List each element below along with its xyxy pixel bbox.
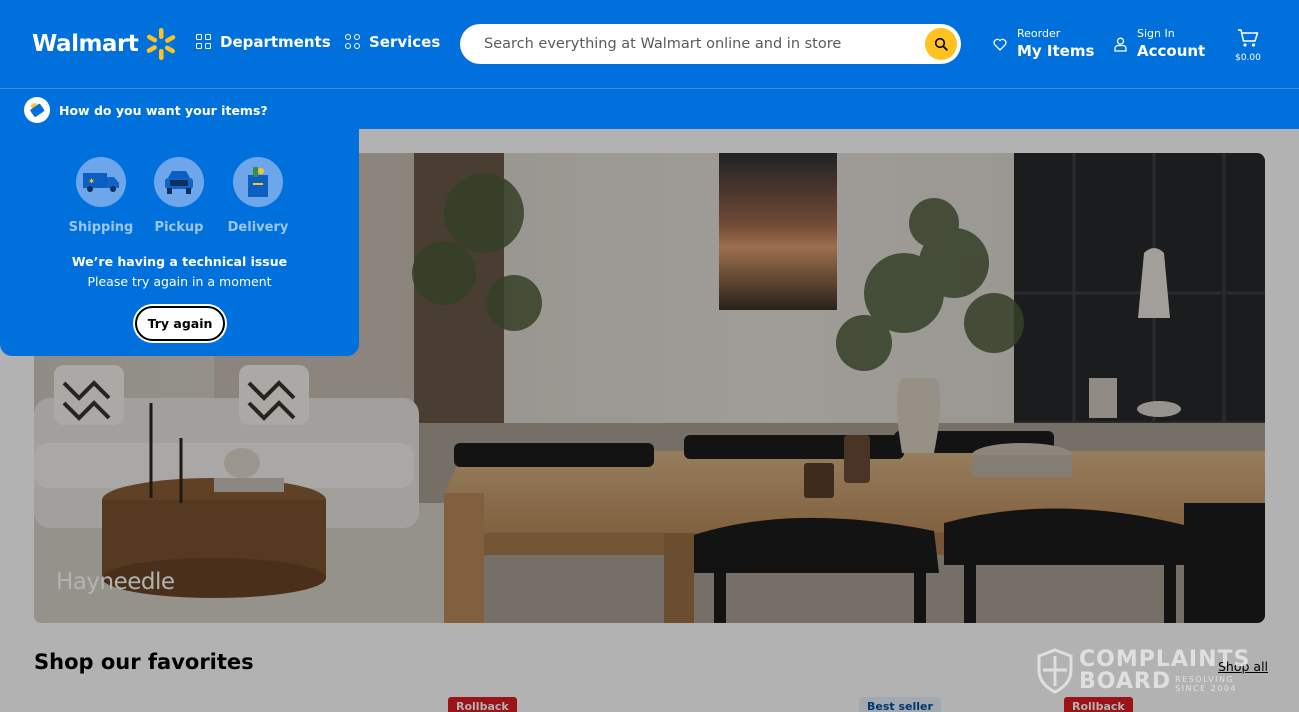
services-grid-icon: [345, 34, 361, 50]
reorder-my-items-link[interactable]: Reorder My Items: [993, 27, 1094, 61]
logo-text: Walmart: [32, 31, 139, 57]
shipping-truck-icon: ✱: [83, 173, 119, 192]
try-again-button[interactable]: Try again: [135, 306, 225, 341]
watermark-line2: BOARD: [1079, 669, 1172, 694]
spark-icon: [146, 28, 176, 60]
best-seller-badge: Best seller: [859, 697, 941, 712]
watermark-tag1: RESOLVING: [1175, 675, 1235, 684]
walmart-logo[interactable]: Walmart: [32, 27, 178, 61]
cart-icon: [1238, 29, 1259, 47]
departments-button[interactable]: Departments: [196, 33, 331, 51]
shipping-label: Shipping: [68, 220, 134, 235]
error-title: We’re having a technical issue: [71, 254, 288, 269]
cart-amount: $0.00: [1235, 53, 1261, 63]
fulfillment-popup: ✱ Shipping Pickup Delivery We’re having …: [0, 129, 359, 356]
departments-label: Departments: [220, 33, 331, 51]
delivery-option[interactable]: Delivery: [218, 157, 298, 235]
watermark-tag2: SINCE 2004: [1175, 684, 1238, 693]
pickup-option[interactable]: Pickup: [139, 157, 219, 235]
delivery-label: Delivery: [227, 220, 289, 235]
search-bar: [460, 24, 961, 64]
fulfillment-prompt[interactable]: How do you want your items?: [24, 97, 268, 123]
reorder-small-label: Reorder: [1017, 27, 1061, 40]
svg-text:✱: ✱: [89, 178, 94, 185]
grid-icon: [196, 34, 212, 50]
services-button[interactable]: Services: [345, 33, 440, 51]
search-input[interactable]: [460, 24, 920, 64]
my-items-label: My Items: [1017, 42, 1095, 60]
watermark-line1: COMPLAINTS: [1079, 647, 1251, 672]
user-icon: [1114, 37, 1127, 52]
complaintsboard-watermark: COMPLAINTS BOARD RESOLVING SINCE 2004: [1037, 648, 1250, 694]
pickup-car-icon: [165, 171, 193, 194]
delivery-bag-icon: [248, 167, 268, 197]
error-subtitle: Please try again in a moment: [87, 274, 272, 289]
rollback-badge: Rollback: [1064, 697, 1133, 712]
fulfillment-prompt-label: How do you want your items?: [59, 102, 268, 118]
services-label: Services: [369, 33, 441, 51]
shipping-option[interactable]: ✱ Shipping: [61, 157, 141, 235]
hero-brand-label: Hayneedle: [56, 569, 175, 595]
heart-icon: [993, 38, 1007, 51]
fulfillment-intent-icon: [24, 97, 50, 123]
shield-icon: [1037, 648, 1073, 694]
rollback-badge: Rollback: [448, 697, 517, 712]
cart-button[interactable]: $0.00: [1233, 28, 1263, 63]
search-button[interactable]: [925, 28, 957, 60]
sign-in-small-label: Sign In: [1137, 27, 1175, 40]
pickup-label: Pickup: [154, 220, 204, 235]
search-icon: [934, 37, 948, 51]
site-header: Walmart Departments Services Search ever…: [0, 0, 1299, 88]
sign-in-account-link[interactable]: Sign In Account: [1114, 27, 1205, 61]
account-label: Account: [1137, 42, 1206, 60]
favorites-title: Shop our favorites: [34, 650, 254, 674]
